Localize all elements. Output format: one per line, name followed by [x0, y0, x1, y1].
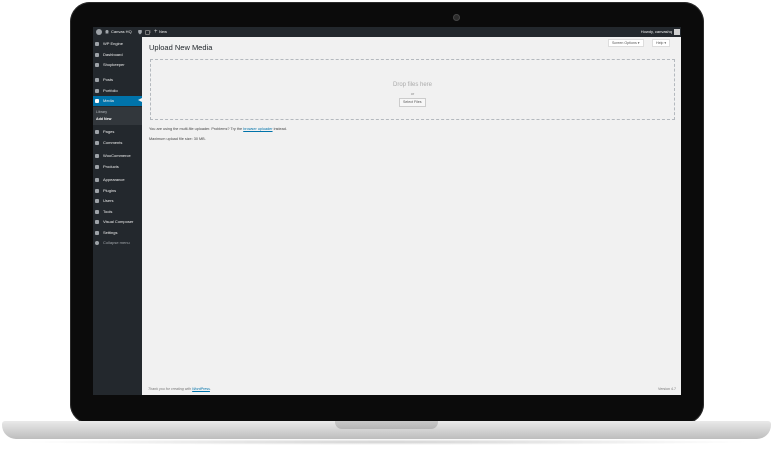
- sidebar-item-posts[interactable]: Posts: [93, 75, 142, 84]
- footer-thanks-end: .: [209, 387, 211, 391]
- collapse-icon: [95, 240, 99, 245]
- admin-sidebar: WP Engine Dashboard Shopkeeper Posts Por…: [93, 37, 142, 395]
- sidebar-item-label: Media: [103, 98, 114, 103]
- sidebar-item-settings[interactable]: Settings: [93, 228, 142, 237]
- comments-count[interactable]: 0: [149, 30, 151, 34]
- plugins-icon: [95, 188, 99, 193]
- products-icon: [95, 164, 99, 169]
- uploader-info: You are using the multi-file uploader. P…: [149, 127, 287, 131]
- footer-thanks: Thank you for creating with WordPress.: [148, 387, 211, 391]
- sidebar-item-label: Dashboard: [103, 52, 123, 57]
- pushpin-icon: [95, 77, 99, 82]
- sidebar-item-label: Shopkeeper: [103, 62, 125, 67]
- pages-icon: [95, 129, 99, 134]
- wordpress-link[interactable]: WordPress: [192, 387, 210, 391]
- sidebar-item-comments[interactable]: Comments: [93, 138, 142, 147]
- sidebar-item-label: Collapse menu: [103, 240, 130, 245]
- users-icon: [95, 198, 99, 203]
- page-title: Upload New Media: [149, 43, 213, 52]
- sidebar-item-media[interactable]: Media: [93, 96, 142, 106]
- sidebar-item-tools[interactable]: Tools: [93, 207, 142, 216]
- media-icon: [95, 98, 99, 103]
- plus-icon[interactable]: +: [154, 29, 158, 35]
- drop-zone[interactable]: Drop files here or Select Files: [150, 59, 675, 120]
- camera-icon: [453, 14, 460, 21]
- new-content-link[interactable]: New: [159, 30, 167, 34]
- sidebar-item-label: Products: [103, 164, 119, 169]
- home-icon: [105, 29, 109, 34]
- sidebar-item-pages[interactable]: Pages: [93, 127, 142, 136]
- sidebar-item-label: Pages: [103, 129, 115, 134]
- submenu-item-add-new[interactable]: Add New: [96, 117, 111, 121]
- site-name-link[interactable]: Canvas HQ: [111, 30, 132, 34]
- sidebar-item-label: Plugins: [103, 188, 117, 193]
- uploader-text-after: instead.: [272, 127, 287, 131]
- visual-composer-icon: [95, 219, 99, 224]
- wp-engine-icon: [95, 41, 99, 46]
- shield-icon[interactable]: [138, 29, 142, 35]
- tools-icon: [95, 209, 99, 214]
- sidebar-item-label: Settings: [103, 230, 118, 235]
- submenu-item-library[interactable]: Library: [96, 110, 107, 114]
- shopkeeper-icon: [95, 62, 99, 67]
- collapse-menu-button[interactable]: Collapse menu: [93, 238, 142, 247]
- browser-uploader-link[interactable]: browser uploader: [243, 127, 272, 131]
- sidebar-item-portfolio[interactable]: Portfolio: [93, 86, 142, 95]
- appearance-icon: [95, 177, 99, 182]
- dashboard-icon: [95, 52, 99, 57]
- sidebar-item-dashboard[interactable]: Dashboard: [93, 50, 142, 59]
- wordpress-logo-icon[interactable]: [96, 29, 102, 35]
- sidebar-item-label: Comments: [103, 140, 123, 145]
- uploader-text: You are using the multi-file uploader. P…: [149, 127, 244, 131]
- sidebar-item-users[interactable]: Users: [93, 196, 142, 205]
- screen: Canvas HQ 0 + New Howdy, canvashq WP Eng…: [93, 27, 681, 395]
- main-content: Screen Options ▾ Help ▾ Upload New Media…: [142, 37, 681, 395]
- screen-options-button[interactable]: Screen Options ▾: [608, 39, 644, 47]
- sidebar-item-woocommerce[interactable]: WooCommerce: [93, 151, 142, 160]
- footer-version: Version 4.7: [658, 387, 676, 391]
- sidebar-item-shopkeeper[interactable]: Shopkeeper: [93, 60, 142, 69]
- comments-icon: [95, 140, 99, 145]
- woocommerce-icon: [95, 153, 99, 158]
- sidebar-item-wp-engine[interactable]: WP Engine: [93, 39, 142, 48]
- sidebar-item-label: WP Engine: [103, 41, 123, 46]
- howdy-greeting[interactable]: Howdy, canvashq: [641, 30, 672, 34]
- drop-title: Drop files here: [392, 82, 433, 88]
- settings-icon: [95, 230, 99, 235]
- sidebar-item-label: Visual Composer: [103, 219, 134, 224]
- sidebar-item-visual-composer[interactable]: Visual Composer: [93, 217, 142, 226]
- sidebar-item-label: WooCommerce: [103, 153, 131, 158]
- admin-bar: Canvas HQ 0 + New Howdy, canvashq: [93, 27, 681, 37]
- sidebar-item-plugins[interactable]: Plugins: [93, 186, 142, 195]
- avatar[interactable]: [674, 28, 680, 35]
- media-submenu: Library Add New: [93, 107, 142, 125]
- portfolio-icon: [95, 88, 99, 93]
- sidebar-item-label: Tools: [103, 209, 113, 214]
- help-button[interactable]: Help ▾: [652, 39, 671, 47]
- sidebar-item-label: Portfolio: [103, 88, 118, 93]
- sidebar-item-label: Appearance: [103, 177, 125, 182]
- laptop-notch: [335, 421, 438, 429]
- drop-or-text: or: [410, 91, 415, 96]
- laptop-shadow: [20, 439, 753, 445]
- select-files-button[interactable]: Select Files: [399, 98, 426, 107]
- sidebar-item-appearance[interactable]: Appearance: [93, 175, 142, 184]
- sidebar-item-products[interactable]: Products: [93, 162, 142, 171]
- sidebar-item-label: Users: [103, 198, 114, 203]
- footer-thanks-text: Thank you for creating with: [148, 387, 193, 391]
- max-upload-size: Maximum upload file size: 30 MB.: [149, 137, 206, 141]
- sidebar-item-label: Posts: [103, 77, 114, 82]
